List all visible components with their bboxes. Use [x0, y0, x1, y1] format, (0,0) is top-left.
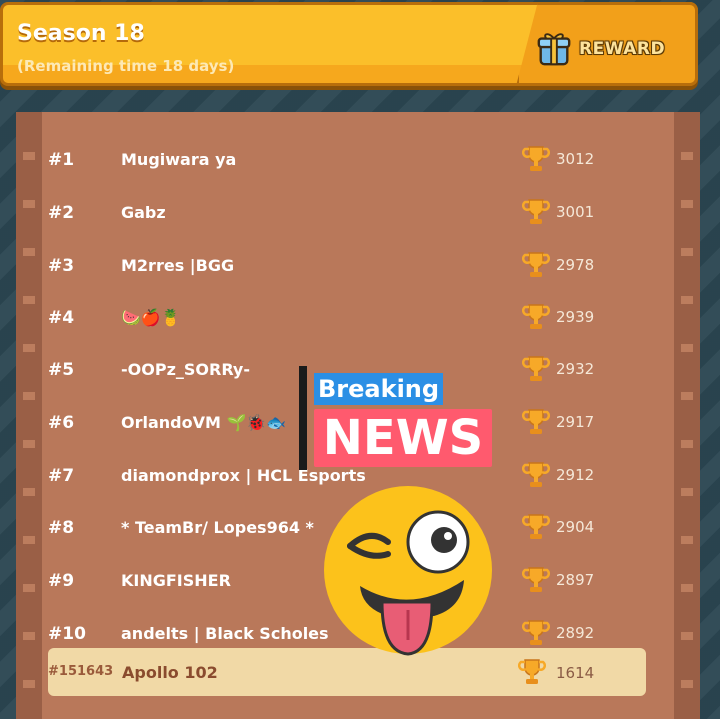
row-player-name: -OOPz_SORRy- [121, 360, 250, 379]
trophy-icon [522, 567, 550, 592]
trophy-icon [522, 252, 550, 277]
season-header: Season 18 (Remaining time 18 days) REWAR… [0, 2, 698, 86]
season-remaining-time: (Remaining time 18 days) [17, 57, 235, 75]
trophy-icon [522, 409, 550, 434]
leaderboard-row[interactable]: #3 M2rres |BGG 2978 [0, 242, 720, 290]
row-player-name: KINGFISHER [121, 571, 231, 590]
gift-icon [537, 33, 571, 66]
trophy-icon [522, 146, 550, 171]
trophy-icon [522, 356, 550, 381]
row-rank: #3 [48, 256, 75, 276]
row-player-name: andelts | Black Scholes [121, 624, 329, 643]
leaderboard-row[interactable]: #2 Gabz 3001 [0, 189, 720, 237]
row-score: 3001 [556, 203, 595, 221]
trophy-icon [522, 462, 550, 487]
leaderboard-row[interactable]: #1 Mugiwara ya 3012 [0, 136, 720, 184]
row-score: 2917 [556, 413, 595, 431]
row-score: 2897 [556, 571, 595, 589]
row-player-name: 🍉🍎🍍 [121, 308, 181, 327]
row-player-name: Gabz [121, 203, 166, 222]
row-rank: #1 [48, 150, 75, 170]
row-player-name: OrlandoVM 🌱🐞🐟 [121, 413, 287, 432]
row-player-name: * TeamBr/ Lopes964 * [121, 518, 314, 537]
row-score: 2904 [556, 518, 595, 536]
row-score: 2912 [556, 466, 595, 484]
row-rank: #9 [48, 571, 75, 591]
reward-button[interactable]: REWARD [535, 29, 685, 69]
row-score: 2932 [556, 360, 595, 378]
row-rank: #6 [48, 413, 75, 433]
row-player-name: Mugiwara ya [121, 150, 237, 169]
current-player-name: Apollo 102 [122, 663, 218, 682]
trophy-icon [522, 199, 550, 224]
row-rank: #8 [48, 518, 75, 538]
row-rank: #4 [48, 308, 75, 328]
row-score: 2978 [556, 256, 595, 274]
news-bar-divider [299, 366, 307, 470]
row-score: 2892 [556, 624, 595, 642]
news-label: NEWS [314, 409, 492, 467]
season-title: Season 18 [17, 21, 145, 46]
reward-label: REWARD [579, 39, 666, 59]
row-rank: #10 [48, 624, 86, 644]
row-player-name: M2rres |BGG [121, 256, 235, 275]
current-player-rank: #151643 [48, 664, 114, 679]
row-rank: #2 [48, 203, 75, 223]
trophy-icon [518, 659, 546, 684]
row-rank: #7 [48, 466, 75, 486]
row-score: 3012 [556, 150, 595, 168]
row-player-name: diamondprox | HCL Esports [121, 466, 366, 485]
winking-tongue-emoji-icon [324, 486, 492, 656]
trophy-icon [522, 304, 550, 329]
trophy-icon [522, 514, 550, 539]
row-score: 2939 [556, 308, 595, 326]
current-player-score: 1614 [556, 664, 595, 682]
breaking-label: Breaking [314, 373, 444, 405]
trophy-icon [522, 620, 550, 645]
row-rank: #5 [48, 360, 75, 380]
leaderboard-row[interactable]: #4 🍉🍎🍍 2939 [0, 294, 720, 342]
